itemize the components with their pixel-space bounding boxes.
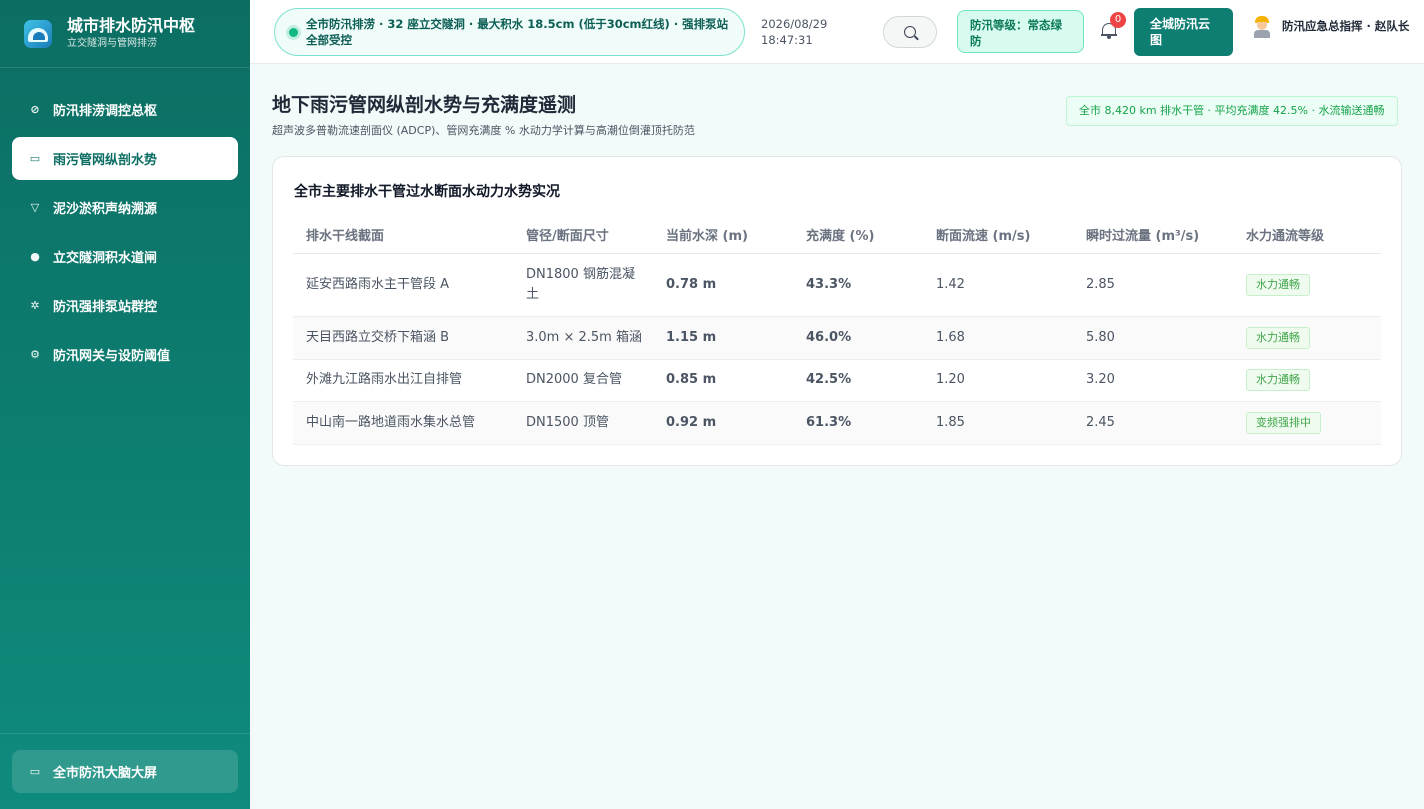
brand-subtitle: 立交隧洞与管网排涝 [67, 38, 157, 49]
status-badge: 水力通畅 [1246, 326, 1310, 349]
table-row[interactable]: 天目西路立交桥下箱涵 B 3.0m × 2.5m 箱涵 1.15 m 46.0%… [293, 316, 1381, 360]
pipe-status-card: 全市主要排水干管过水断面水动力水势实况 排水干线截面 管径/断面尺寸 当前水深 … [272, 156, 1402, 466]
flow-rate: 3.20 [1073, 359, 1233, 402]
page-subtitle: 超声波多普勒流速剖面仪 (ADCP)、管网充满度 % 水动力学计算与高潮位倒灌顶… [272, 124, 695, 137]
velocity: 1.20 [923, 359, 1073, 402]
velocity: 1.85 [923, 401, 1073, 445]
search-button[interactable] [883, 16, 937, 48]
flow-level-cell: 变频强排中 [1233, 401, 1381, 445]
sidebar: 城市排水防汛中枢 立交隧洞与管网排涝 ⊘ 防汛排涝调控总枢 ▭ 雨污管网纵剖水势… [0, 0, 250, 809]
sidebar-item-label: 立交隧洞积水道闸 [53, 251, 158, 266]
table-header-row: 排水干线截面 管径/断面尺寸 当前水深 (m) 充满度 (%) 断面流速 (m/… [293, 217, 1381, 254]
sidebar-item-sonar[interactable]: ▽ 泥沙淤积声纳溯源 [12, 186, 238, 229]
column-header: 水力通流等级 [1233, 217, 1381, 254]
time-text: 18:47:31 [761, 33, 813, 47]
water-depth: 0.78 m [653, 253, 793, 317]
gear-icon: ✲ [30, 299, 40, 312]
search-icon [904, 26, 916, 38]
alert-icon: ● [30, 250, 40, 263]
pipe-name: 天目西路立交桥下箱涵 B [293, 316, 513, 360]
sidebar-nav: ⊘ 防汛排涝调控总枢 ▭ 雨污管网纵剖水势 ▽ 泥沙淤积声纳溯源 ● 立交隧洞积… [0, 68, 250, 376]
flow-rate: 2.85 [1073, 253, 1233, 317]
worker-avatar-icon [1252, 14, 1272, 38]
column-header: 排水干线截面 [293, 217, 513, 254]
pipe-name: 延安西路雨水主干管段 A [293, 253, 513, 317]
pipe-table: 排水干线截面 管径/断面尺寸 当前水深 (m) 充满度 (%) 断面流速 (m/… [293, 217, 1381, 445]
column-header: 当前水深 (m) [653, 217, 793, 254]
velocity: 1.68 [923, 316, 1073, 360]
network-summary-badge: 全市 8,420 km 排水干管 · 平均充满度 42.5% · 水流输送通畅 [1066, 96, 1398, 126]
monitor-icon: ▭ [29, 765, 41, 778]
column-header: 瞬时过流量 (m³/s) [1073, 217, 1233, 254]
status-badge: 水力通畅 [1246, 273, 1310, 296]
pipe-size: DN2000 复合管 [513, 359, 653, 402]
fullness: 42.5% [793, 359, 923, 402]
water-depth: 0.85 m [653, 359, 793, 402]
sidebar-item-thresholds[interactable]: ⚙ 防汛网关与设防阈值 [12, 333, 238, 376]
status-dot-icon [289, 27, 298, 37]
table-row[interactable]: 延安西路雨水主干管段 A DN1800 钢筋混凝土 0.78 m 43.3% 1… [293, 253, 1381, 317]
sidebar-footer: ▭ 全市防汛大脑大屏 [0, 733, 250, 809]
settings-icon: ⚙ [30, 348, 40, 361]
sidebar-item-pump-control[interactable]: ✲ 防汛强排泵站群控 [12, 284, 238, 327]
flow-level-cell: 水力通畅 [1233, 253, 1381, 317]
user-name: 防汛应急总指挥 · 赵队长 [1282, 19, 1410, 33]
page-title: 地下雨污管网纵剖水势与充满度遥测 [272, 94, 577, 116]
date-text: 2026/08/29 [761, 17, 828, 31]
flow-rate: 5.80 [1073, 316, 1233, 360]
column-header: 充满度 (%) [793, 217, 923, 254]
fullness: 43.3% [793, 253, 923, 317]
flow-level-cell: 水力通畅 [1233, 359, 1381, 402]
sidebar-item-tunnel-gate[interactable]: ● 立交隧洞积水道闸 [12, 235, 238, 278]
user-profile[interactable]: 防汛应急总指挥 · 赵队长 [1252, 14, 1412, 38]
sidebar-item-label: 雨污管网纵剖水势 [53, 153, 158, 168]
big-screen-label: 全市防汛大脑大屏 [53, 766, 158, 781]
sidebar-item-label: 泥沙淤积声纳溯源 [53, 202, 158, 217]
brand: 城市排水防汛中枢 立交隧洞与管网排涝 [0, 0, 250, 68]
wave-logo-icon [24, 19, 52, 48]
monitor-icon: ▭ [29, 152, 41, 165]
flood-level-badge: 防汛等级：常态绿防 [957, 10, 1084, 53]
alert-text: 全市防汛排涝 · 32 座立交隧洞 · 最大积水 18.5cm (低于30cm红… [306, 17, 729, 47]
table-row[interactable]: 中山南一路地道雨水集水总管 DN1500 顶管 0.92 m 61.3% 1.8… [293, 401, 1381, 445]
sidebar-item-label: 防汛强排泵站群控 [53, 300, 158, 315]
flow-rate: 2.45 [1073, 401, 1233, 445]
column-header: 管径/断面尺寸 [513, 217, 653, 254]
notification-count-badge: 0 [1110, 12, 1126, 28]
pipe-size: DN1800 钢筋混凝土 [513, 253, 653, 317]
filter-icon: ▽ [30, 201, 40, 214]
status-badge: 变频强排中 [1246, 411, 1321, 434]
column-header: 断面流速 (m/s) [923, 217, 1073, 254]
flow-level-cell: 水力通畅 [1233, 316, 1381, 360]
top-header: 全市防汛排涝 · 32 座立交隧洞 · 最大积水 18.5cm (低于30cm红… [250, 0, 1424, 64]
big-screen-button[interactable]: ▭ 全市防汛大脑大屏 [12, 750, 238, 793]
fullness: 61.3% [793, 401, 923, 445]
table-row[interactable]: 外滩九江路雨水出江自排管 DN2000 复合管 0.85 m 42.5% 1.2… [293, 359, 1381, 402]
compass-icon: ⊘ [30, 103, 40, 116]
pipe-name: 外滩九江路雨水出江自排管 [293, 359, 513, 402]
status-badge: 水力通畅 [1246, 369, 1310, 391]
sidebar-item-label: 防汛网关与设防阈值 [53, 349, 171, 364]
card-title: 全市主要排水干管过水断面水动力水势实况 [294, 184, 560, 200]
sidebar-item-label: 防汛排涝调控总枢 [53, 104, 158, 119]
fullness: 46.0% [793, 316, 923, 360]
alert-ticker[interactable]: 全市防汛排涝 · 32 座立交隧洞 · 最大积水 18.5cm (低于30cm红… [274, 8, 745, 56]
water-depth: 1.15 m [653, 316, 793, 360]
brand-title: 城市排水防汛中枢 [67, 16, 196, 35]
pipe-size: DN1500 顶管 [513, 401, 653, 445]
pipe-size: 3.0m × 2.5m 箱涵 [513, 316, 653, 360]
water-depth: 0.92 m [653, 401, 793, 445]
datetime: 2026/08/29 18:47:31 [761, 16, 827, 48]
velocity: 1.42 [923, 253, 1073, 317]
pipe-name: 中山南一路地道雨水集水总管 [293, 401, 513, 445]
sidebar-item-control-hub[interactable]: ⊘ 防汛排涝调控总枢 [12, 88, 238, 131]
sidebar-item-pipe-profile[interactable]: ▭ 雨污管网纵剖水势 [12, 137, 238, 180]
city-flood-map-button[interactable]: 全城防汛云图 [1134, 8, 1233, 56]
